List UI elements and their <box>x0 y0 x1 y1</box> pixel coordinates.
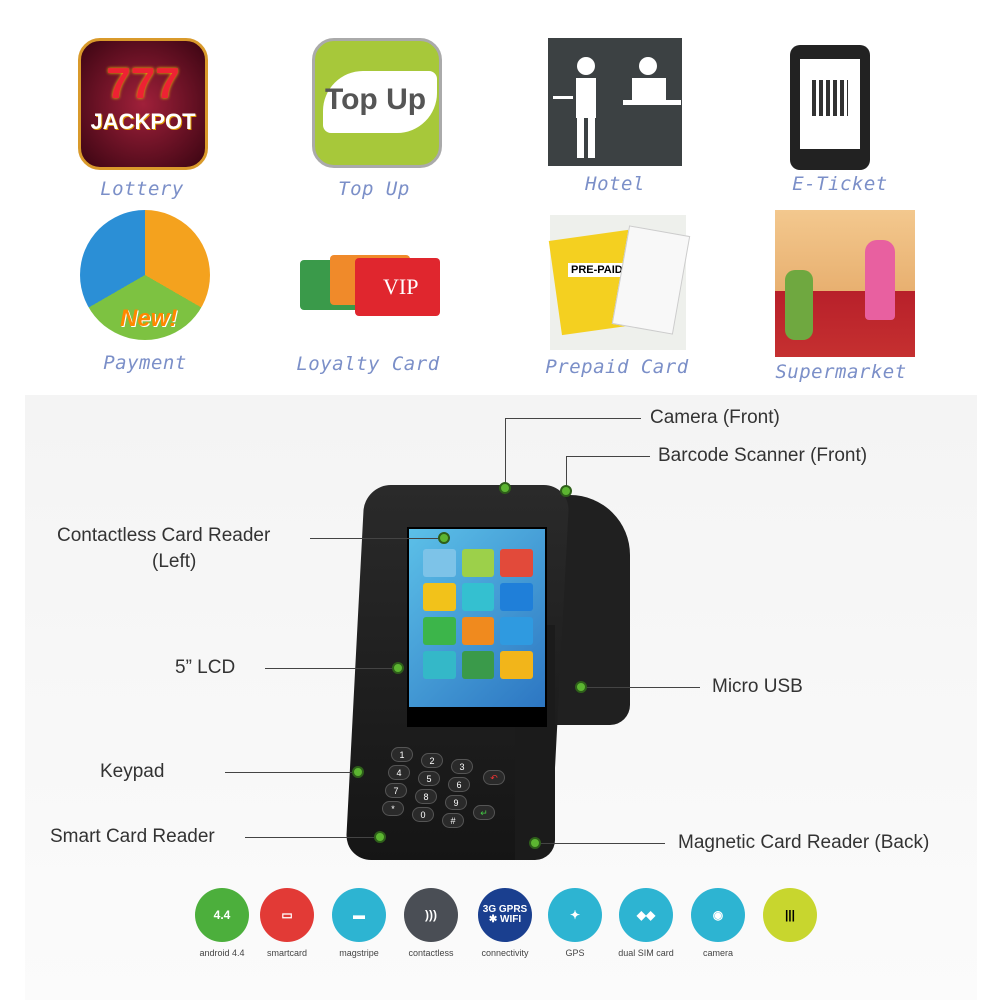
prepaid-text: PRE-PAID <box>568 263 626 277</box>
key-7[interactable]: 7 <box>385 783 407 798</box>
callout-keypad: Keypad <box>100 761 165 782</box>
callout-micro-usb: Micro USB <box>712 676 803 697</box>
label-eticket: E-Ticket <box>792 173 888 195</box>
key-star[interactable]: * <box>382 801 404 816</box>
connectivity-icon: 3G GPRS ✱ WIFI <box>478 888 532 942</box>
satellite-icon: ✦ <box>548 888 602 942</box>
feature-label: GPS <box>565 948 585 958</box>
topup-image: Top Up <box>312 38 442 168</box>
lcd-dot <box>392 662 404 674</box>
lcd-screen <box>407 527 547 727</box>
topup-text: Top Up <box>325 83 427 116</box>
eticket-image <box>790 45 870 170</box>
callout-smart-card: Smart Card Reader <box>50 826 215 847</box>
label-prepaid: Prepaid Card <box>545 356 689 378</box>
android-icon: 4.4 <box>195 888 249 942</box>
key-5[interactable]: 5 <box>418 771 440 786</box>
feature-label: camera <box>702 948 733 958</box>
magstripe-icon: ▬ <box>332 888 386 942</box>
barcode-dot <box>560 485 572 497</box>
callout-barcode-front: Barcode Scanner (Front) <box>658 445 868 466</box>
camera-dot <box>499 482 511 494</box>
hotel-image <box>548 38 682 166</box>
pos-terminal: 1 2 3 4 5 6 7 8 9 * 0 # ↶ ↵ <box>345 485 640 863</box>
key-9[interactable]: 9 <box>445 795 467 810</box>
label-lottery: Lottery <box>100 178 184 200</box>
smartcard-icon: ▭ <box>260 888 314 942</box>
enter-key[interactable]: ↵ <box>473 805 495 820</box>
key-2[interactable]: 2 <box>421 753 443 768</box>
label-hotel: Hotel <box>585 173 645 195</box>
callout-contactless: Contactless Card Reader <box>57 525 271 546</box>
key-4[interactable]: 4 <box>388 765 410 780</box>
jackpot-text: JACKPOT <box>90 109 196 134</box>
key-6[interactable]: 6 <box>448 777 470 792</box>
smart-card-dot <box>374 831 386 843</box>
key-hash[interactable]: # <box>442 813 464 828</box>
feature-label: dual SIM card <box>618 948 674 958</box>
cancel-key[interactable]: ↶ <box>483 770 505 785</box>
camera-icon: ◉ <box>691 888 745 942</box>
callout-camera-front: Camera (Front) <box>650 407 780 428</box>
magnetic-dot <box>529 837 541 849</box>
feature-label: contactless <box>408 948 454 958</box>
lottery-number: 777 <box>106 59 180 108</box>
sim-card-icon: ◆◆ <box>619 888 673 942</box>
key-8[interactable]: 8 <box>415 789 437 804</box>
feature-label: magstripe <box>339 948 379 958</box>
key-3[interactable]: 3 <box>451 759 473 774</box>
barcode-icon: ||| <box>763 888 817 942</box>
label-supermarket: Supermarket <box>775 361 907 383</box>
label-payment: Payment <box>103 352 187 374</box>
payment-image: New! <box>80 210 210 340</box>
qr-code-icon <box>812 80 848 116</box>
hotel-reception-icon <box>553 57 681 158</box>
contactless-dot <box>438 532 450 544</box>
callout-magnetic: Magnetic Card Reader (Back) <box>678 832 930 853</box>
usb-dot <box>575 681 587 693</box>
supermarket-image <box>775 210 915 357</box>
feature-label: connectivity <box>481 948 529 958</box>
lottery-image: 777 JACKPOT <box>78 38 208 170</box>
callout-contactless-side: (Left) <box>152 551 197 572</box>
callout-lcd: 5” LCD <box>175 657 236 678</box>
key-1[interactable]: 1 <box>391 747 413 762</box>
new-badge: New! <box>120 305 178 332</box>
key-0[interactable]: 0 <box>412 807 434 822</box>
contactless-icon: ))) <box>404 888 458 942</box>
loyalty-image: VIP <box>300 250 440 330</box>
prepaid-image: PRE-PAID <box>548 215 691 350</box>
feature-label: smartcard <box>266 948 307 958</box>
label-topup: Top Up <box>338 178 410 200</box>
keypad-dot <box>352 766 364 778</box>
vip-text: VIP <box>355 258 440 316</box>
label-loyalty: Loyalty Card <box>296 353 440 375</box>
